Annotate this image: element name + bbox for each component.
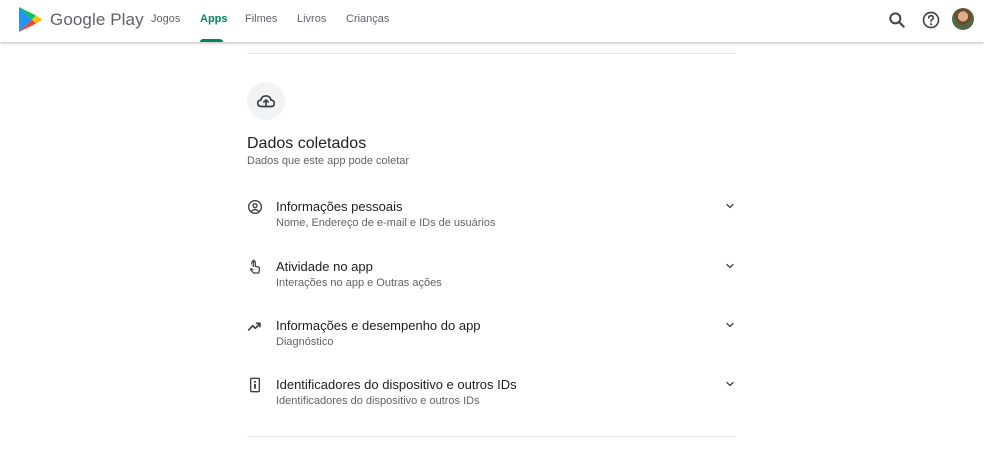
item-subtitle: Diagnóstico [276, 336, 334, 348]
item-subtitle: Nome, Endereço de e-mail e IDs de usuári… [276, 217, 496, 229]
chevron-down-icon[interactable] [724, 200, 736, 212]
item-title: Informações pessoais [276, 199, 403, 214]
data-item-app-activity[interactable]: Atividade no app Interações no app e Out… [247, 259, 736, 299]
chevron-down-icon[interactable] [724, 319, 736, 331]
section-icon-badge [247, 82, 285, 120]
section-title: Dados coletados [247, 135, 367, 152]
data-item-device-ids[interactable]: Identificadores do dispositivo e outros … [247, 377, 736, 417]
data-item-app-performance[interactable]: Informações e desempenho do app Diagnóst… [247, 318, 736, 358]
help-icon[interactable] [921, 10, 941, 30]
device-id-icon [250, 377, 260, 393]
nav-livros[interactable]: Livros [297, 13, 326, 25]
data-item-personal-info[interactable]: Informações pessoais Nome, Endereço de e… [247, 199, 736, 239]
google-play-logo-icon[interactable] [18, 6, 42, 33]
bottom-divider [247, 436, 736, 437]
item-title: Atividade no app [276, 259, 373, 274]
top-app-bar: Google Play Jogos Apps Filmes Livros Cri… [0, 0, 984, 42]
avatar[interactable] [952, 8, 974, 30]
nav-jogos[interactable]: Jogos [151, 13, 180, 25]
touch-icon [250, 259, 261, 274]
nav-apps[interactable]: Apps [200, 13, 228, 25]
item-title: Informações e desempenho do app [276, 318, 481, 333]
top-divider [247, 53, 736, 54]
nav-criancas[interactable]: Crianças [346, 13, 389, 25]
chevron-down-icon[interactable] [724, 260, 736, 272]
nav-filmes[interactable]: Filmes [245, 13, 277, 25]
account-circle-icon [248, 200, 262, 214]
item-title: Identificadores do dispositivo e outros … [276, 377, 517, 392]
section-subtitle: Dados que este app pode coletar [247, 155, 410, 167]
cloud-upload-icon [256, 95, 276, 108]
search-icon[interactable] [887, 10, 907, 30]
item-subtitle: Interações no app e Outras ações [276, 277, 442, 289]
chevron-down-icon[interactable] [724, 378, 736, 390]
trending-icon [247, 322, 261, 331]
active-tab-indicator [200, 39, 223, 42]
item-subtitle: Identificadores do dispositivo e outros … [276, 395, 480, 407]
brand-name[interactable]: Google Play [50, 10, 144, 30]
